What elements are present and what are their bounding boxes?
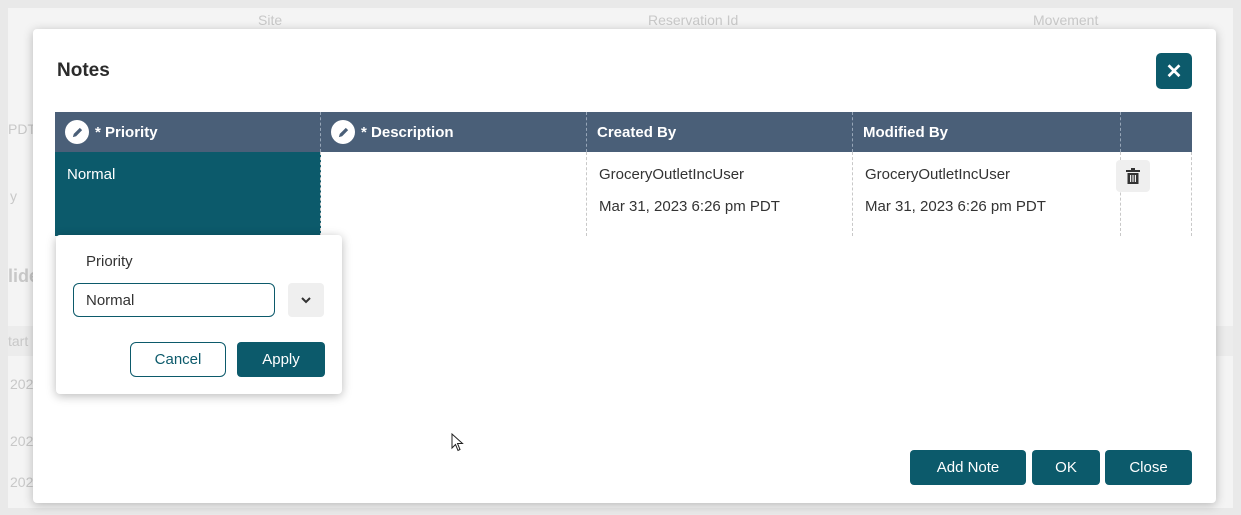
bg-fragment: tart xyxy=(8,333,29,349)
modified-by-cell: GroceryOutletIncUser Mar 31, 2023 6:26 p… xyxy=(853,152,1121,236)
bg-header-movement: Movement xyxy=(1033,12,1099,28)
column-header-modified-by[interactable]: Modified By xyxy=(853,112,1121,152)
bg-header-site: Site xyxy=(258,12,283,28)
column-header-actions xyxy=(1121,112,1192,152)
description-cell[interactable] xyxy=(321,152,587,236)
cancel-button[interactable]: Cancel xyxy=(130,342,226,377)
column-header-priority[interactable]: * Priority xyxy=(55,112,321,152)
column-header-created-by[interactable]: Created By xyxy=(587,112,853,152)
required-asterisk: * xyxy=(95,123,101,141)
modal-title: Notes xyxy=(57,60,110,81)
pencil-icon xyxy=(331,120,355,144)
mouse-cursor-icon xyxy=(451,433,464,452)
priority-editor-popover: Priority Cancel Apply xyxy=(56,235,342,394)
notes-grid-header: * Priority * Description Created By Modi… xyxy=(55,112,1192,152)
trash-icon xyxy=(1126,168,1140,184)
priority-label: Priority xyxy=(86,253,133,270)
column-label: Created By xyxy=(597,123,677,141)
column-label: Modified By xyxy=(863,123,948,141)
close-button[interactable]: Close xyxy=(1105,450,1192,485)
pencil-icon xyxy=(65,120,89,144)
bg-fragment: 202 xyxy=(10,474,34,490)
modified-by-user: GroceryOutletIncUser xyxy=(865,166,1011,183)
close-icon: ✕ xyxy=(1165,60,1183,83)
priority-value: Normal xyxy=(67,166,116,183)
priority-cell[interactable]: Normal xyxy=(55,152,321,236)
bg-fragment: 202 xyxy=(10,433,34,449)
delete-note-button[interactable] xyxy=(1116,160,1150,192)
column-label: Description xyxy=(371,123,454,141)
table-row[interactable]: Normal GroceryOutletIncUser Mar 31, 2023… xyxy=(55,152,1192,236)
column-header-description[interactable]: * Description xyxy=(321,112,587,152)
column-label: Priority xyxy=(105,123,158,141)
bg-header-reservation: Reservation Id xyxy=(648,12,739,28)
priority-input[interactable] xyxy=(73,283,275,317)
created-by-date: Mar 31, 2023 6:26 pm PDT xyxy=(599,198,780,215)
created-by-cell: GroceryOutletIncUser Mar 31, 2023 6:26 p… xyxy=(587,152,853,236)
apply-button[interactable]: Apply xyxy=(237,342,325,377)
required-asterisk: * xyxy=(361,123,367,141)
add-note-button[interactable]: Add Note xyxy=(910,450,1026,485)
priority-dropdown-button[interactable] xyxy=(288,283,324,317)
bg-fragment: y xyxy=(10,188,17,204)
bg-fragment: 202 xyxy=(10,376,34,392)
close-icon-button[interactable]: ✕ xyxy=(1156,53,1192,89)
bg-fragment: PDT xyxy=(8,121,36,137)
ok-button[interactable]: OK xyxy=(1032,450,1100,485)
modified-by-date: Mar 31, 2023 6:26 pm PDT xyxy=(865,198,1046,215)
created-by-user: GroceryOutletIncUser xyxy=(599,166,745,183)
chevron-down-icon xyxy=(301,296,311,303)
